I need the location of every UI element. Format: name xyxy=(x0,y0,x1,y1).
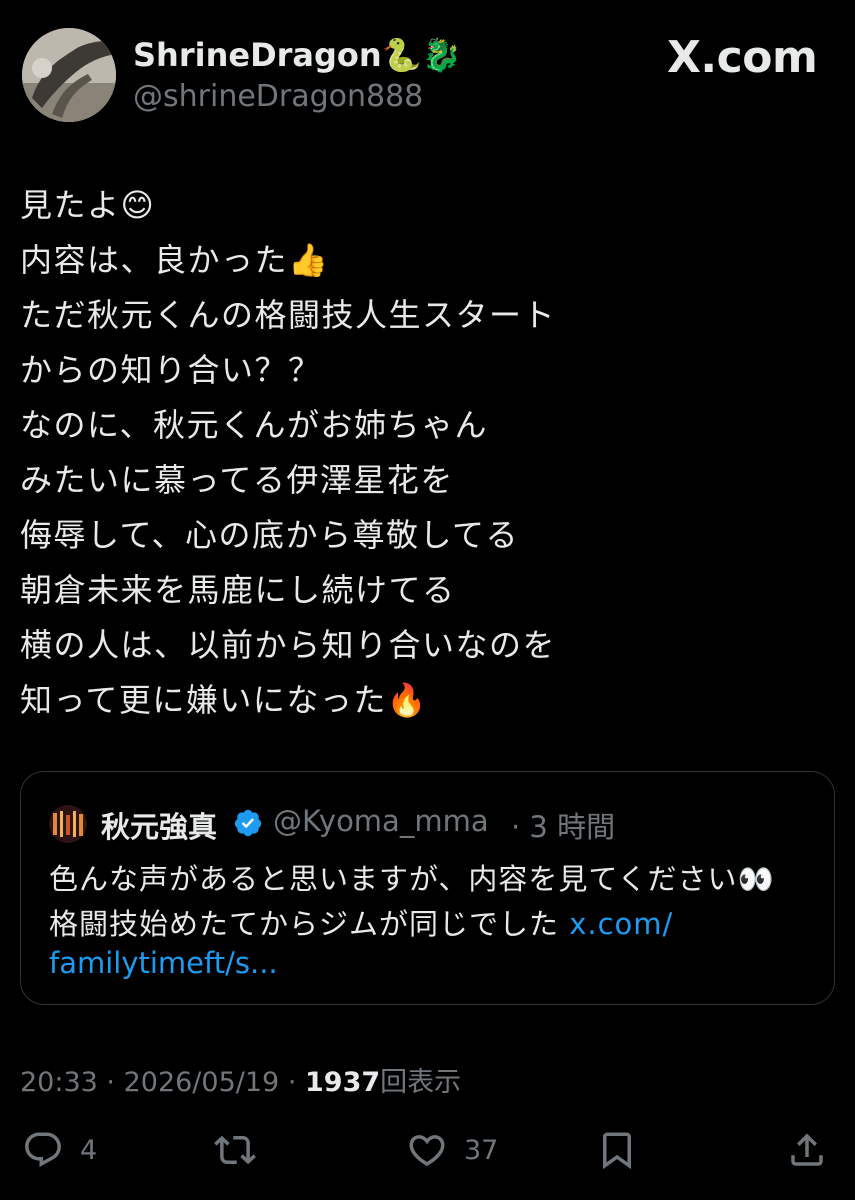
user-handle[interactable]: @shrineDragon888 xyxy=(133,79,423,114)
retweet-icon xyxy=(214,1135,256,1165)
tweet-line: 見たよ😊 xyxy=(20,186,156,224)
like-icon xyxy=(409,1135,445,1167)
meta-separator: · xyxy=(106,1067,115,1098)
share-button[interactable] xyxy=(786,1128,828,1172)
verified-badge-icon xyxy=(234,809,262,837)
tweet-line: 侮辱して、心の底から尊敬してる xyxy=(20,516,519,554)
tweet-line: 横の人は、以前から知り合いなのを xyxy=(20,626,557,664)
quoted-link[interactable]: familytimeft/s... xyxy=(49,946,278,980)
quoted-avatar[interactable] xyxy=(49,805,87,843)
bookmark-button[interactable] xyxy=(596,1128,638,1172)
share-icon xyxy=(791,1133,823,1166)
reply-button[interactable]: 4 xyxy=(22,1128,97,1172)
quoted-display-name[interactable]: 秋元強真 xyxy=(101,804,217,846)
tweet-line: からの知り合い？？ xyxy=(20,351,322,389)
retweet-button[interactable] xyxy=(214,1128,256,1172)
tweet-line: ただ秋元くんの格闘技人生スタート xyxy=(20,296,557,334)
tweet-date[interactable]: 2026/05/19 xyxy=(124,1067,280,1098)
x-logo-icon[interactable]: X.com xyxy=(667,32,818,83)
reply-count: 4 xyxy=(80,1134,98,1166)
like-count: 37 xyxy=(464,1134,499,1166)
quoted-text-line: 色んな声があると思いますが、内容を見てください👀 xyxy=(49,862,775,896)
quoted-tweet-card[interactable]: 秋元強真 @Kyoma_mma · 3 時間 色んな声があると思いますが、内容を… xyxy=(20,771,835,1005)
tweet-time[interactable]: 20:33 xyxy=(20,1067,98,1098)
tweet-line: 内容は、良かった👍 xyxy=(20,241,330,279)
tweet-line: なのに、秋元くんがお姉ちゃん xyxy=(20,406,489,444)
quoted-link[interactable]: x.com/ xyxy=(569,907,673,941)
tweet-text: 見たよ😊 内容は、良かった👍 ただ秋元くんの格闘技人生スタート からの知り合い？… xyxy=(20,178,840,728)
display-name[interactable]: ShrineDragon🐍🐉 xyxy=(133,36,461,74)
bookmark-icon xyxy=(603,1132,631,1170)
quoted-text-segment: 格闘技始めたてからジムが同じでした xyxy=(49,907,570,941)
like-button[interactable]: 37 xyxy=(406,1128,498,1172)
tweet-line: 知って更に嫌いになった🔥 xyxy=(20,681,429,719)
quoted-handle[interactable]: @Kyoma_mma xyxy=(273,804,489,838)
avatar[interactable] xyxy=(22,28,116,122)
views-label: 回表示 xyxy=(380,1067,462,1098)
tweet-meta: 20:33 · 2026/05/19 · 1937回表示 xyxy=(20,1060,461,1099)
tweet-line: 朝倉未来を馬鹿にし続けてる xyxy=(20,571,456,609)
reply-icon xyxy=(25,1132,61,1167)
meta-separator: · xyxy=(287,1067,297,1098)
quoted-text-line: 格闘技始めたてからジムが同じでした x.com/ xyxy=(49,901,673,943)
tweet-line: みたいに慕ってる伊澤星花を xyxy=(20,461,454,499)
views-count: 1937 xyxy=(305,1067,381,1098)
quoted-timestamp[interactable]: · 3 時間 xyxy=(511,804,615,846)
